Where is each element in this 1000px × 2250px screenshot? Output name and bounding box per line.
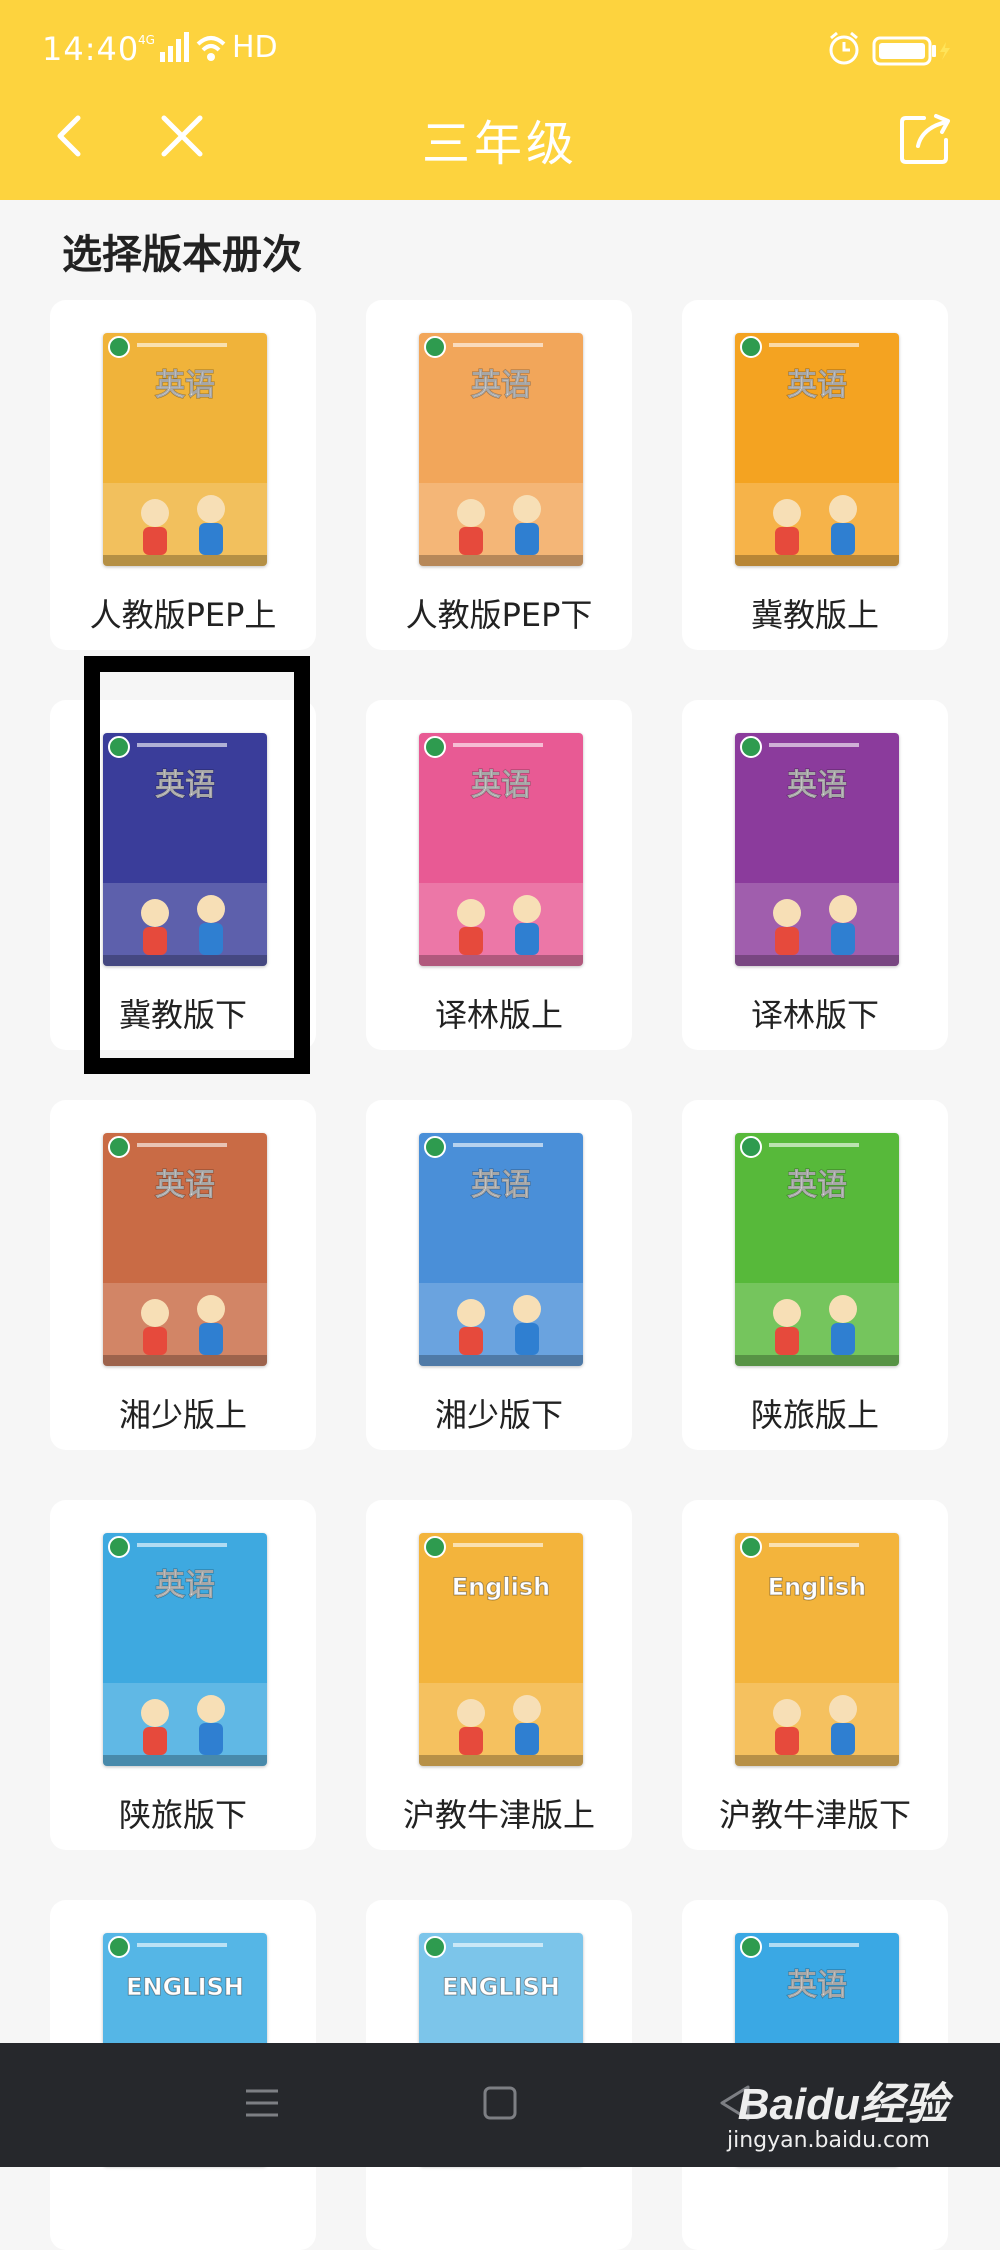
book-card[interactable]: 英语人教版PEP上: [50, 300, 316, 650]
book-label: 陕旅版上: [750, 1396, 879, 1434]
cover-title: 英语: [471, 368, 531, 403]
book-cover-image: English: [419, 1533, 583, 1766]
book-card[interactable]: 英语 陕旅版上: [682, 1100, 948, 1450]
section-title: 选择版本册次: [62, 232, 302, 278]
book-card[interactable]: 英语人教版PEP下: [366, 300, 632, 650]
cover-title: ENGLISH: [442, 1973, 560, 2001]
book-card[interactable]: English 沪教牛津版上: [366, 1500, 632, 1850]
page-title: 三年级: [421, 116, 578, 172]
battery-icon: [872, 36, 950, 66]
book-card[interactable]: 英语 冀教版下: [50, 700, 316, 1050]
book-cover-image: 英语: [419, 333, 583, 566]
cover-title: 英语: [787, 368, 847, 403]
book-card[interactable]: 英语 陕旅版下: [50, 1500, 316, 1850]
baidu-watermark: Baidu经验: [737, 2080, 948, 2129]
book-cover-image: 英语: [735, 333, 899, 566]
signal-icon: 4G: [138, 30, 228, 74]
book-card[interactable]: 英语 湘少版下: [366, 1100, 632, 1450]
book-cover-image: 英语: [103, 1533, 267, 1766]
hd-badge: HD: [232, 30, 278, 65]
cover-title: English: [768, 1573, 866, 1601]
book-label: 陕旅版下: [118, 1796, 247, 1834]
cover-title: 英语: [471, 768, 531, 803]
book-cover-image: 英语: [419, 1133, 583, 1366]
cover-title: ENGLISH: [126, 1973, 244, 2001]
baidu-watermark-url: jingyan.baidu.com: [726, 2128, 930, 2153]
book-label: 冀教版上: [750, 596, 879, 634]
book-cover-image: 英语: [735, 1133, 899, 1366]
book-cover-image: English: [735, 1533, 899, 1766]
menu-icon[interactable]: [244, 2083, 280, 2127]
book-label: 湘少版上: [118, 1396, 247, 1434]
status-time: 14:40: [42, 30, 140, 68]
book-label: 译林版下: [750, 996, 879, 1034]
share-icon[interactable]: [894, 108, 956, 170]
status-right-icons: [826, 30, 956, 70]
book-label: 沪教牛津版下: [718, 1796, 911, 1834]
cover-title: 英语: [155, 1568, 215, 1603]
cover-title: 英语: [471, 1168, 531, 1203]
home-icon[interactable]: [482, 2083, 518, 2127]
alarm-icon: [829, 31, 859, 65]
book-cover-image: 英语: [103, 333, 267, 566]
book-label: 译林版上: [434, 996, 563, 1034]
book-label: 沪教牛津版上: [402, 1796, 595, 1834]
cover-title: 英语: [155, 368, 215, 403]
book-cover-image: 英语: [735, 733, 899, 966]
book-card[interactable]: 英语 译林版下: [682, 700, 948, 1050]
cover-title: English: [452, 1573, 550, 1601]
cover-title: 英语: [155, 1168, 215, 1203]
book-cover-image: 英语: [419, 733, 583, 966]
book-card[interactable]: 英语 译林版上: [366, 700, 632, 1050]
book-cover-image: 英语: [103, 733, 267, 966]
book-label: 人教版PEP上: [89, 596, 277, 634]
network-type: 4G: [138, 33, 155, 47]
book-card[interactable]: 英语 冀教版上: [682, 300, 948, 650]
app-header: 14:40 4G HD 三年级: [0, 0, 1000, 200]
book-label: 人教版PEP下: [405, 596, 593, 634]
cover-title: 英语: [787, 1168, 847, 1203]
book-cover-image: 英语: [103, 1133, 267, 1366]
book-card[interactable]: 英语 湘少版上: [50, 1100, 316, 1450]
book-card[interactable]: English 沪教牛津版下: [682, 1500, 948, 1850]
cover-title: 英语: [155, 768, 215, 803]
cover-title: 英语: [787, 768, 847, 803]
book-label: 冀教版下: [118, 996, 247, 1034]
book-label: 湘少版下: [434, 1396, 563, 1434]
cover-title: 英语: [787, 1968, 847, 2003]
